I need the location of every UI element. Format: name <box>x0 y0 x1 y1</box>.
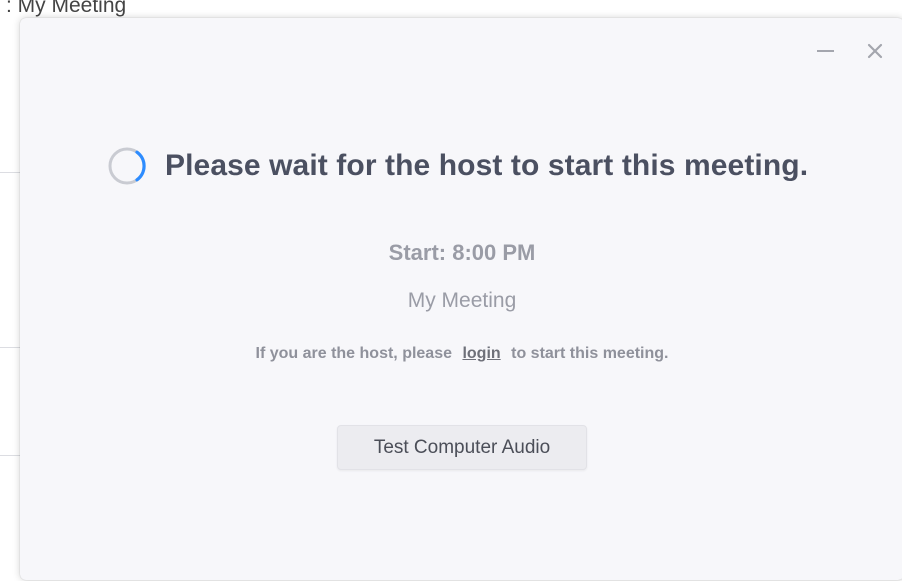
minimize-button[interactable] <box>812 38 838 64</box>
background-window-title: : My Meeting <box>6 0 126 18</box>
bg-title-marker: : <box>6 0 18 17</box>
meeting-name: My Meeting <box>407 289 517 312</box>
meeting-start-time: Start: 8:00 PM <box>388 240 536 265</box>
login-link[interactable]: login <box>462 345 500 362</box>
minimize-icon <box>816 50 834 52</box>
screen: : My Meeting Please wait for the host to… <box>0 0 902 581</box>
close-icon <box>867 43 883 59</box>
loading-spinner-icon <box>108 147 146 185</box>
heading-row: Please wait for the host to start this m… <box>107 146 808 186</box>
background-divider <box>0 455 20 456</box>
host-login-prompt: If you are the host, please login to sta… <box>20 345 902 363</box>
host-prompt-after: to start this meeting. <box>511 345 669 362</box>
close-button[interactable] <box>862 38 888 64</box>
host-prompt-before: If you are the host, please <box>255 345 453 362</box>
background-window-title-text: My Meeting <box>17 0 127 17</box>
background-divider <box>0 172 20 173</box>
page-title: Please wait for the host to start this m… <box>165 149 809 182</box>
background-divider <box>0 347 20 348</box>
waiting-room-dialog: Please wait for the host to start this m… <box>20 18 902 580</box>
test-computer-audio-button[interactable]: Test Computer Audio <box>337 425 587 470</box>
